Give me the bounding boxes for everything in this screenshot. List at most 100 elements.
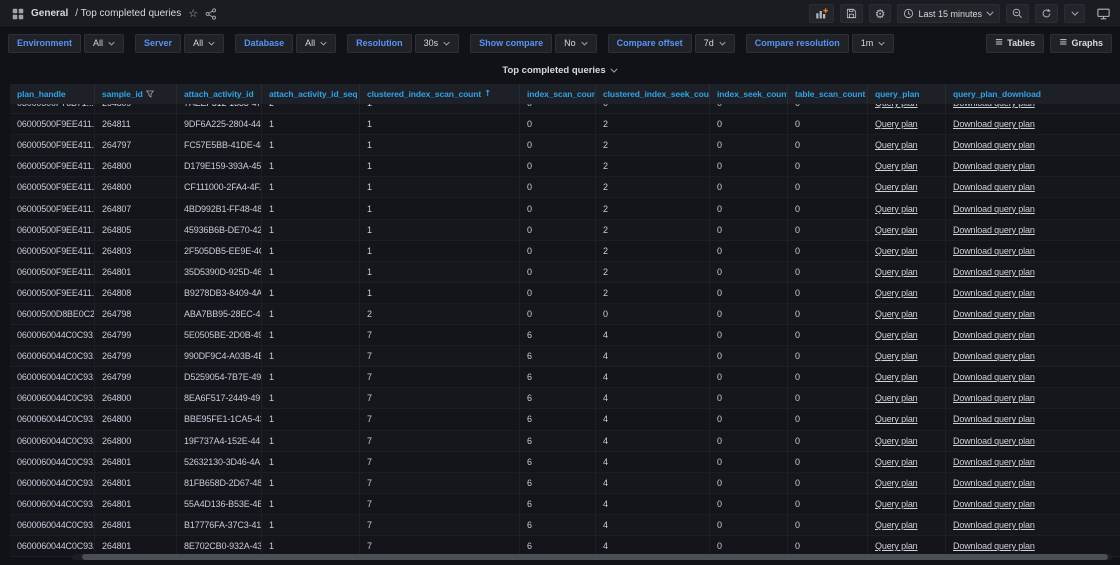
time-range-picker[interactable]: Last 15 minutes (897, 4, 1000, 23)
chevron-down-icon (108, 41, 115, 46)
query-plan-link[interactable]: Query plan (875, 161, 918, 171)
column-header-sample-id[interactable]: sample_id (95, 84, 177, 104)
refresh-dashboard-button[interactable] (1035, 4, 1058, 23)
dashboard-settings-button[interactable]: ⚙ (868, 4, 892, 23)
tables-view-button[interactable]: ≡ Tables (985, 33, 1045, 53)
download-query-plan-link[interactable]: Download query plan (953, 478, 1035, 488)
query-plan-link[interactable]: Query plan (875, 309, 918, 319)
table-row: 0600060044C0C93... 264801 55A4D136-B53E-… (10, 493, 1120, 515)
variable-value-dropdown[interactable]: All (184, 33, 225, 53)
download-query-plan-link[interactable]: Download query plan (953, 436, 1035, 446)
download-query-plan-link[interactable]: Download query plan (953, 140, 1035, 150)
cell-index-scan-count: 6 (520, 409, 596, 430)
cell-table-scan-count: 0 (788, 430, 868, 451)
query-plan-link[interactable]: Query plan (875, 436, 918, 446)
query-plan-link[interactable]: Query plan (875, 204, 918, 214)
query-plan-link[interactable]: Query plan (875, 457, 918, 467)
column-header-query-plan[interactable]: query_plan (868, 84, 946, 104)
graphs-view-button[interactable]: ≡ Graphs (1050, 33, 1112, 53)
dashboard-grid-icon[interactable] (12, 8, 24, 20)
chevron-down-icon (208, 41, 215, 46)
variable-value-dropdown[interactable]: All (296, 33, 337, 53)
cell-index-scan-count: 6 (520, 325, 596, 346)
download-query-plan-link[interactable]: Download query plan (953, 182, 1035, 192)
column-header-clustered-index-seek-count[interactable]: clustered_index_seek_count (596, 84, 710, 104)
query-plan-link[interactable]: Query plan (875, 246, 918, 256)
save-dashboard-button[interactable] (839, 4, 863, 23)
download-query-plan-link[interactable]: Download query plan (953, 225, 1035, 235)
cell-query-plan: Query plan (868, 135, 946, 156)
query-plan-link[interactable]: Query plan (875, 225, 918, 235)
column-header-index-seek-count[interactable]: index_seek_count (710, 84, 788, 104)
download-query-plan-link[interactable]: Download query plan (953, 204, 1035, 214)
column-header-attach-activity-id-seq[interactable]: attach_activity_id_seq (262, 84, 360, 104)
column-header-query-plan-download[interactable]: query_plan_download (946, 84, 1120, 104)
download-query-plan-link[interactable]: Download query plan (953, 520, 1035, 530)
download-query-plan-link[interactable]: Download query plan (953, 161, 1035, 171)
query-plan-link[interactable]: Query plan (875, 288, 918, 298)
query-plan-link[interactable]: Query plan (875, 372, 918, 382)
download-query-plan-link[interactable]: Download query plan (953, 104, 1035, 108)
cell-clustered-index-seek-count: 4 (596, 472, 710, 493)
cell-plan-handle: 06000500F9EE411... (10, 261, 95, 282)
cell-plan-handle: 0600060044C0C93... (10, 325, 95, 346)
refresh-interval-dropdown[interactable] (1064, 4, 1085, 23)
cell-clustered-index-seek-count: 2 (596, 177, 710, 198)
download-query-plan-link[interactable]: Download query plan (953, 119, 1035, 129)
cell-attach-activity-id: 35D5390D-925D-46... (177, 261, 262, 282)
query-plan-link[interactable]: Query plan (875, 499, 918, 509)
download-query-plan-link[interactable]: Download query plan (953, 288, 1035, 298)
download-query-plan-link[interactable]: Download query plan (953, 393, 1035, 403)
cell-clustered-index-scan-count: 1 (360, 282, 520, 303)
column-header-table-scan-count[interactable]: table_scan_count (788, 84, 868, 104)
query-plan-link[interactable]: Query plan (875, 182, 918, 192)
query-plan-link[interactable]: Query plan (875, 478, 918, 488)
download-query-plan-link[interactable]: Download query plan (953, 330, 1035, 340)
panel-title-menu[interactable]: Top completed queries (0, 58, 1120, 82)
tables-view-label: Tables (1007, 38, 1036, 48)
cell-table-scan-count: 0 (788, 282, 868, 303)
download-query-plan-link[interactable]: Download query plan (953, 541, 1035, 551)
column-header-attach-activity-id[interactable]: attach_activity_id (177, 84, 262, 104)
star-favorite-icon[interactable]: ☆ (188, 8, 198, 19)
query-plan-link[interactable]: Query plan (875, 140, 918, 150)
query-plan-link[interactable]: Query plan (875, 520, 918, 530)
query-plan-link[interactable]: Query plan (875, 351, 918, 361)
kiosk-tv-mode-icon[interactable] (1097, 8, 1110, 20)
cell-attach-activity-id: 5E0505BE-2D0B-49... (177, 325, 262, 346)
variable-value-dropdown[interactable]: 7d (694, 33, 735, 53)
column-header-index-scan-count[interactable]: index_scan_count (520, 84, 596, 104)
download-query-plan-link[interactable]: Download query plan (953, 267, 1035, 277)
query-plan-link[interactable]: Query plan (875, 104, 918, 108)
cell-index-seek-count: 0 (710, 261, 788, 282)
query-plan-link[interactable]: Query plan (875, 414, 918, 424)
column-header-plan-handle[interactable]: plan_handle (10, 84, 95, 104)
zoom-out-time-button[interactable] (1006, 4, 1029, 23)
filter-funnel-icon[interactable] (145, 90, 154, 98)
query-plan-link[interactable]: Query plan (875, 541, 918, 551)
share-icon[interactable] (205, 7, 217, 20)
variable-value-dropdown[interactable]: No (555, 33, 597, 53)
cell-plan-handle: 06000500F9EE411... (10, 135, 95, 156)
download-query-plan-link[interactable]: Download query plan (953, 246, 1035, 256)
column-header-clustered-index-scan-count[interactable]: clustered_index_scan_count ↑ (360, 84, 520, 104)
query-plan-link[interactable]: Query plan (875, 119, 918, 129)
download-query-plan-link[interactable]: Download query plan (953, 414, 1035, 424)
variable-value-dropdown[interactable]: 30s (414, 33, 460, 53)
download-query-plan-link[interactable]: Download query plan (953, 351, 1035, 361)
variable-value-dropdown[interactable]: All (84, 33, 125, 53)
horizontal-scrollbar-thumb[interactable] (82, 554, 1108, 560)
query-plan-link[interactable]: Query plan (875, 267, 918, 277)
download-query-plan-link[interactable]: Download query plan (953, 309, 1035, 319)
add-panel-button[interactable] (808, 4, 834, 23)
download-query-plan-link[interactable]: Download query plan (953, 372, 1035, 382)
download-query-plan-link[interactable]: Download query plan (953, 499, 1035, 509)
download-query-plan-link[interactable]: Download query plan (953, 457, 1035, 467)
query-plan-link[interactable]: Query plan (875, 393, 918, 403)
breadcrumb-section[interactable]: General (31, 8, 68, 19)
variable-value-dropdown[interactable]: 1m (851, 33, 895, 53)
cell-query-plan-download: Download query plan (946, 104, 1120, 113)
cell-sample-id: 264800 (95, 156, 177, 177)
query-plan-link[interactable]: Query plan (875, 330, 918, 340)
cell-sample-id: 264800 (95, 430, 177, 451)
